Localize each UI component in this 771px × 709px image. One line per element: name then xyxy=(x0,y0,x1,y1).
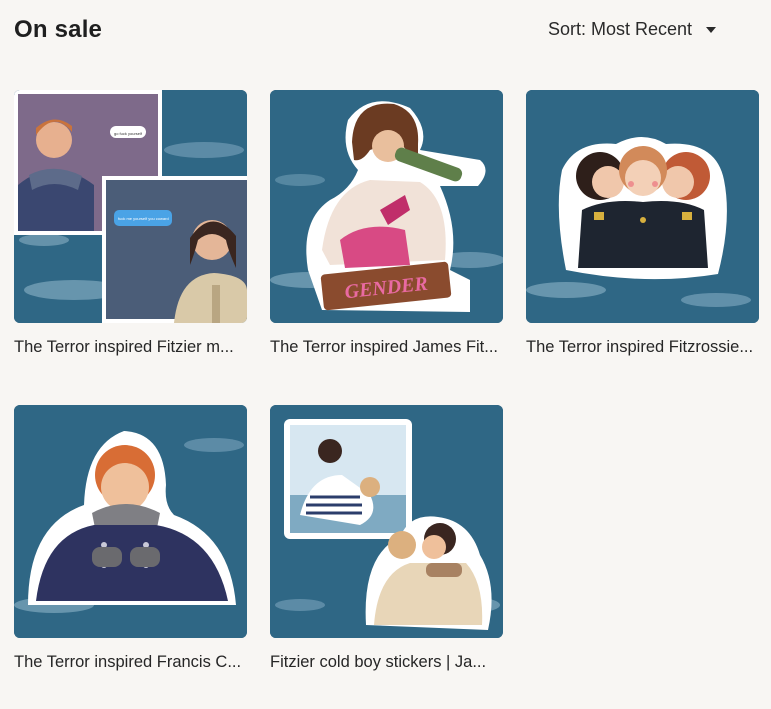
product-image[interactable]: GENDER xyxy=(270,90,503,323)
sort-dropdown[interactable]: Sort: Most Recent xyxy=(540,14,724,44)
product-card[interactable]: The Terror inspired Francis C... xyxy=(14,405,247,672)
product-title[interactable]: The Terror inspired Francis C... xyxy=(14,652,247,672)
product-title[interactable]: The Terror inspired James Fit... xyxy=(270,337,503,357)
sort-label: Sort: Most Recent xyxy=(548,18,693,39)
product-title[interactable]: The Terror inspired Fitzier m... xyxy=(14,337,247,357)
page-header: On sale Sort: Most Recent xyxy=(0,0,771,70)
product-image[interactable]: go fuck yourself fuck me yourself you co… xyxy=(14,90,247,323)
chevron-down-icon xyxy=(706,27,717,33)
product-title[interactable]: The Terror inspired Fitzrossie... xyxy=(526,337,759,357)
product-card[interactable]: Fitzier cold boy stickers | Ja... xyxy=(270,405,503,672)
speech-bubble-text-2: fuck me yourself you coward xyxy=(118,216,169,221)
speech-bubble-text: go fuck yourself xyxy=(114,131,143,136)
product-image[interactable] xyxy=(526,90,759,323)
product-title[interactable]: Fitzier cold boy stickers | Ja... xyxy=(270,652,503,672)
product-image[interactable] xyxy=(270,405,503,638)
product-card[interactable]: GENDER The Terror inspired James Fit... xyxy=(270,90,503,357)
product-image[interactable] xyxy=(14,405,247,638)
product-card[interactable]: The Terror inspired Fitzrossie... xyxy=(526,90,759,357)
page-title: On sale xyxy=(14,16,103,43)
product-card[interactable]: go fuck yourself fuck me yourself you co… xyxy=(14,90,247,357)
